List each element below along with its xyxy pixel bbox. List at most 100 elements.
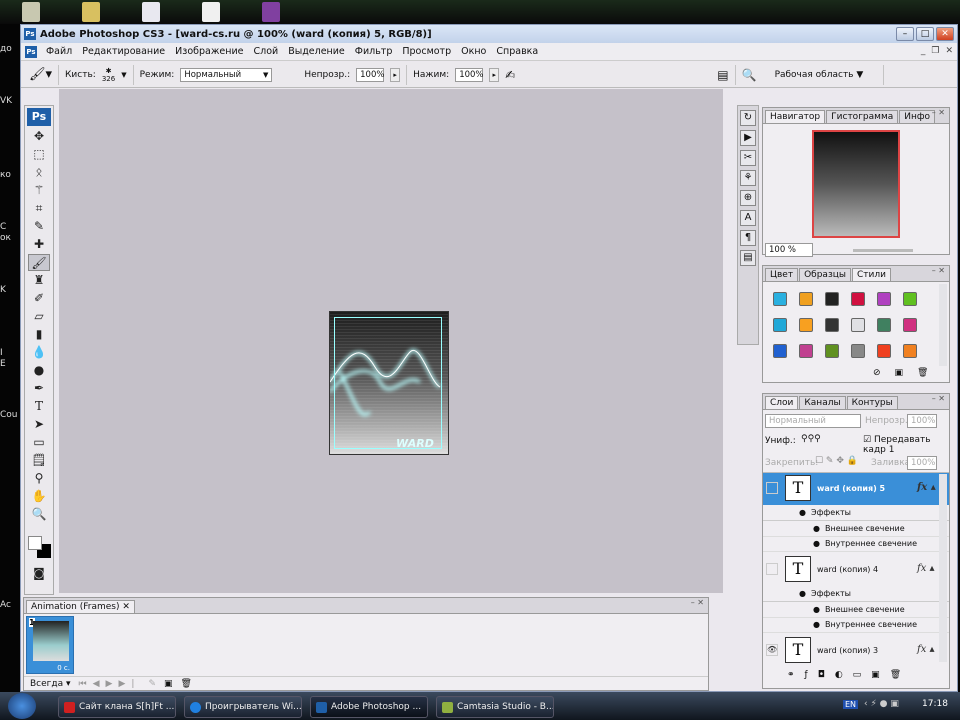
tray-icons[interactable]: ‹ ⚡ ● ▣ [864,699,899,709]
panel-menu-icon[interactable]: – ✕ [932,394,945,403]
color-swatches[interactable] [25,524,53,564]
lock-buttons[interactable]: ☐ ✎ ✥ 🔒 [815,456,858,466]
eye-icon[interactable]: ● [813,620,820,629]
close-button[interactable]: ✕ [936,27,954,41]
panel-menu-icon[interactable]: – ✕ [691,598,704,607]
bridge-icon[interactable]: 🔍 [742,68,757,82]
style-swatch[interactable] [877,344,891,358]
effect-item[interactable]: ● Внутреннее свечение [763,618,949,633]
clone-source-icon[interactable]: ⊕ [740,190,756,206]
blend-mode-select[interactable]: Нормальный [765,414,861,428]
tab-info[interactable]: Инфо [899,110,936,123]
tween-icon[interactable]: ✎ [148,679,156,689]
doc-restore-icon[interactable]: ❐ [931,46,939,56]
eyedropper-tool-icon[interactable]: ⚲ [28,470,50,487]
layer-name[interactable]: ward (копия) 5 [817,484,885,493]
eraser-tool-icon[interactable]: ▱ [28,308,50,325]
move-tool-icon[interactable]: ✥ [28,128,50,145]
effect-item[interactable]: ● Внешнее свечение [763,603,949,618]
panel-menu-icon[interactable]: – ✕ [932,266,945,275]
canvas-area[interactable]: WARD [59,89,723,593]
taskbar-item-camtasia[interactable]: Camtasia Studio - B... [436,696,554,718]
frame-delay[interactable]: 0 с. [57,664,70,672]
delete-frame-icon[interactable]: 🗑 [181,679,192,689]
styles-footer-buttons[interactable]: ⊘▣🗑 [873,368,942,378]
menu-image[interactable]: Изображение [170,46,248,57]
title-bar[interactable]: Ps Adobe Photoshop CS3 - [ward-cs.ru @ 1… [21,25,957,43]
zoom-tool-icon[interactable]: 🔍 [28,506,50,523]
magic-wand-tool-icon[interactable]: ⚚ [28,182,50,199]
music-file-icon[interactable] [142,2,160,22]
visibility-toggle[interactable] [766,482,778,494]
layer-row[interactable]: T ward (копия) 5 fx ▴ [763,473,949,505]
effect-item[interactable]: ● Внешнее свечение [763,522,949,537]
document-canvas[interactable]: WARD [329,311,449,455]
flow-input[interactable]: 100% [455,67,484,82]
style-swatch[interactable] [773,344,787,358]
loop-select[interactable]: Всегда ▾ [30,679,71,689]
gradient-tool-icon[interactable]: ▮ [28,326,50,343]
animation-frame[interactable]: 1 0 с. [26,616,74,674]
style-swatch[interactable] [799,344,813,358]
navigator-zoom-input[interactable]: 100 % [765,243,813,257]
doc-close-icon[interactable]: ✕ [945,46,953,56]
flow-slider-button[interactable]: ▸ [489,67,500,82]
paragraph-icon[interactable]: ¶ [740,230,756,246]
tab-layers[interactable]: Слои [765,396,799,409]
shape-tool-icon[interactable]: ▭ [28,434,50,451]
effects-row[interactable]: ● Эффекты [763,587,949,602]
tab-paths[interactable]: Контуры [846,396,898,409]
brushes-icon[interactable]: ⚘ [740,170,756,186]
crop-tool-icon[interactable]: ⌗ [28,200,50,217]
minimize-button[interactable]: – [896,27,914,41]
layers-footer-buttons[interactable]: ⚭ƒ◘◐▭▣🗑 [787,670,911,680]
mode-select[interactable]: Нормальный ▼ [180,67,273,82]
eye-icon[interactable]: ● [813,605,820,614]
style-swatch[interactable] [825,344,839,358]
style-swatch[interactable] [851,292,865,306]
desktop-icon[interactable] [22,2,40,22]
taskbar-item-media-player[interactable]: Проигрыватель Wi... [184,696,302,718]
style-swatch[interactable] [799,318,813,332]
type-tool-icon[interactable]: T [28,398,50,415]
style-swatch[interactable] [903,292,917,306]
style-swatch[interactable] [903,318,917,332]
eye-icon[interactable]: ● [799,508,806,517]
tab-navigator[interactable]: Навигатор [765,110,826,123]
marquee-tool-icon[interactable]: ⬚ [28,146,50,163]
lasso-tool-icon[interactable]: ᛟ [28,164,50,181]
eye-icon[interactable]: ● [813,539,820,548]
effects-row[interactable]: ● Эффекты [763,506,949,521]
opacity-input[interactable]: 100% [356,67,384,82]
slice-tool-icon[interactable]: ✎ [28,218,50,235]
layer-name[interactable]: ward (копия) 3 [817,646,878,655]
style-swatch[interactable] [851,344,865,358]
ps-menu-icon[interactable]: Ps [25,45,37,58]
doc-minimize-icon[interactable]: _ [921,46,926,56]
airbrush-icon[interactable]: ✍ [505,68,515,82]
duplicate-frame-icon[interactable]: ▣ [164,679,173,689]
character-icon[interactable]: A [740,210,756,226]
menu-filter[interactable]: Фильтр [350,46,398,57]
tab-color[interactable]: Цвет [765,268,799,281]
healing-tool-icon[interactable]: ✚ [28,236,50,253]
visibility-toggle[interactable] [766,563,778,575]
eye-icon[interactable]: 👁 [766,644,778,656]
history-icon[interactable]: ↻ [740,110,756,126]
fx-icon[interactable]: fx ▴ [917,563,935,574]
opacity-slider-button[interactable]: ▸ [390,67,401,82]
actions-icon[interactable]: ▶ [740,130,756,146]
tab-histogram[interactable]: Гистограмма [826,110,899,123]
history-brush-tool-icon[interactable]: ✐ [28,290,50,307]
folder-icon[interactable] [82,2,100,22]
tab-swatches[interactable]: Образцы [799,268,851,281]
fill-input[interactable]: 100% [907,456,937,470]
notes-tool-icon[interactable]: 🗒 [28,452,50,469]
stamp-tool-icon[interactable]: ♜ [28,272,50,289]
menu-view[interactable]: Просмотр [397,46,456,57]
tab-styles[interactable]: Стили [851,268,891,281]
brush-tool-preset-icon[interactable]: 🖌▾ [29,67,52,82]
navigator-thumbnail[interactable] [812,130,900,238]
dodge-tool-icon[interactable]: ● [28,362,50,379]
style-swatch[interactable] [877,292,891,306]
